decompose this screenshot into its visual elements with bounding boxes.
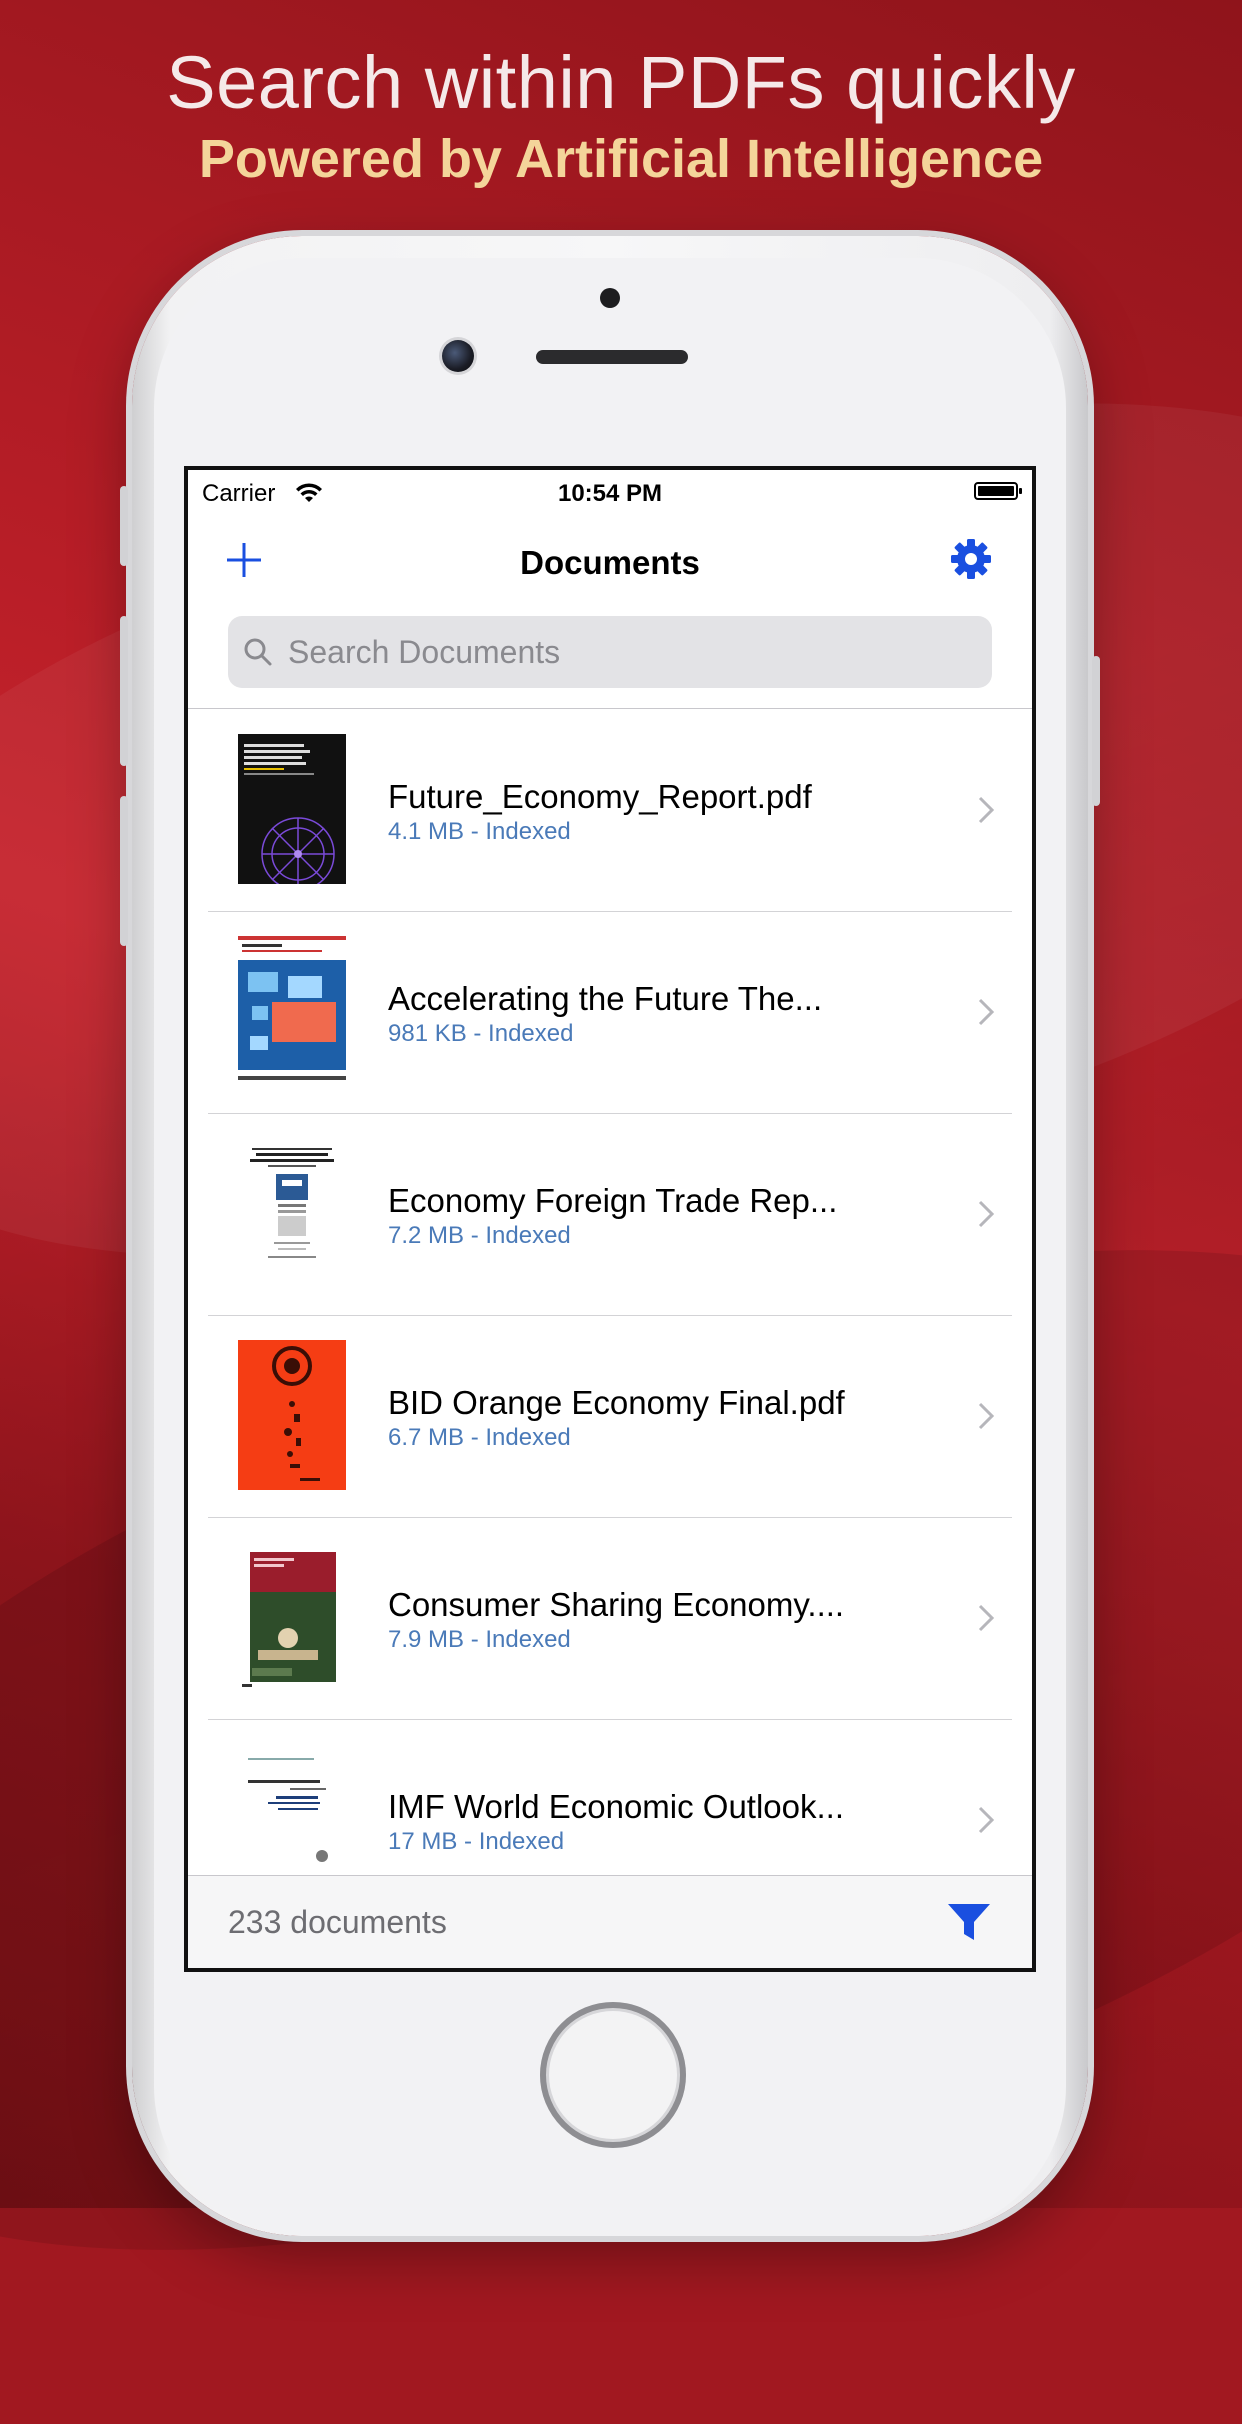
document-thumbnail [238, 1138, 346, 1288]
document-thumbnail [238, 1744, 346, 1874]
document-title: Economy Foreign Trade Rep... [388, 1182, 838, 1219]
home-button[interactable] [540, 2002, 686, 2148]
list-item[interactable]: Accelerating the Future The... 981 KB - … [188, 912, 1032, 1114]
page-title: Documents [520, 544, 700, 581]
document-title: Accelerating the Future The... [388, 980, 823, 1017]
search-area [188, 604, 1032, 709]
chevron-right-icon [978, 1402, 995, 1430]
document-meta: 6.7 MB - Indexed [388, 1424, 571, 1451]
document-thumbnail [238, 936, 346, 1086]
list-item[interactable]: Consumer Sharing Economy.... 7.9 MB - In… [188, 1518, 1032, 1720]
navigation-bar: Documents [188, 514, 1032, 604]
battery-icon [974, 482, 1022, 500]
document-title: BID Orange Economy Final.pdf [388, 1384, 845, 1421]
document-meta: 4.1 MB - Indexed [388, 818, 571, 845]
front-camera [442, 340, 474, 372]
list-item[interactable]: Economy Foreign Trade Rep... 7.2 MB - In… [188, 1114, 1032, 1316]
list-item[interactable]: IMF World Economic Outlook... 17 MB - In… [188, 1720, 1032, 1874]
status-time: 10:54 PM [557, 480, 663, 507]
earpiece-speaker [536, 350, 688, 364]
chevron-right-icon [978, 796, 995, 824]
list-item[interactable]: BID Orange Economy Final.pdf 6.7 MB - In… [188, 1316, 1032, 1518]
chevron-right-icon [978, 1200, 995, 1228]
bottom-toolbar: 233 documents [188, 1875, 1032, 1968]
promo-subline: Powered by Artificial Intelligence [198, 129, 1044, 189]
status-bar: Carrier 10:54 PM [188, 470, 1032, 514]
document-meta: 7.9 MB - Indexed [388, 1626, 571, 1653]
document-count: 233 documents [228, 1904, 447, 1940]
document-thumbnail [238, 1542, 346, 1692]
promo-headline: Search within PDFs quickly [166, 41, 1076, 124]
document-list: Future_Economy_Report.pdf 4.1 MB - Index… [188, 710, 1032, 1874]
document-meta: 17 MB - Indexed [388, 1828, 565, 1855]
chevron-right-icon [978, 1806, 995, 1834]
search-input[interactable] [286, 632, 992, 672]
document-meta: 981 KB - Indexed [388, 1020, 574, 1047]
chevron-right-icon [978, 1604, 995, 1632]
list-item[interactable]: Future_Economy_Report.pdf 4.1 MB - Index… [188, 710, 1032, 912]
proximity-sensor [600, 288, 620, 308]
search-icon [244, 638, 272, 666]
document-title: IMF World Economic Outlook... [388, 1788, 845, 1825]
chevron-right-icon [978, 998, 995, 1026]
document-title: Consumer Sharing Economy.... [388, 1586, 845, 1623]
document-thumbnail [238, 1340, 346, 1490]
gear-icon[interactable] [950, 538, 992, 580]
filter-icon[interactable] [946, 1900, 992, 1944]
search-bar[interactable] [228, 616, 992, 688]
document-thumbnail [238, 734, 346, 884]
document-meta: 7.2 MB - Indexed [388, 1222, 571, 1249]
document-title: Future_Economy_Report.pdf [388, 778, 812, 815]
app-screen: Carrier 10:54 PM Documents Search Docume… [184, 466, 1036, 1972]
